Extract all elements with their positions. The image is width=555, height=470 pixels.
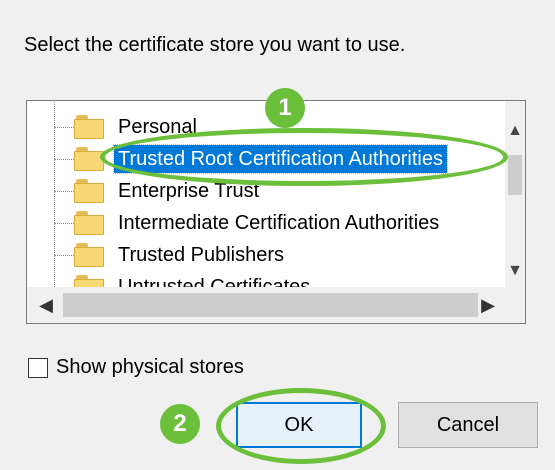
tree-item-label: Trusted Root Certification Authorities	[113, 144, 448, 174]
folder-icon	[74, 211, 104, 235]
step-1-badge: 1	[265, 88, 305, 128]
tree-item-label: Personal	[118, 116, 197, 138]
tree-item-label: Trusted Publishers	[118, 244, 284, 266]
horizontal-scrollbar[interactable]: ◀ ▶	[27, 287, 525, 323]
dialog-prompt: Select the certificate store you want to…	[24, 34, 406, 56]
tree-item-trusted-root[interactable]: Trusted Root Certification Authorities	[54, 143, 506, 175]
tree-item-enterprise-trust[interactable]: Enterprise Trust	[54, 175, 506, 207]
show-physical-stores-checkbox[interactable]	[28, 357, 48, 378]
step-2-badge: 2	[160, 404, 200, 444]
folder-icon	[74, 115, 104, 139]
tree-item-label: Intermediate Certification Authorities	[118, 212, 440, 234]
tree-item-label: Enterprise Trust	[118, 180, 260, 202]
certificate-store-tree[interactable]: Personal Trusted Root Certification Auth…	[26, 100, 526, 324]
folder-icon	[74, 179, 104, 203]
folder-icon	[74, 243, 104, 267]
vertical-scroll-thumb[interactable]	[508, 155, 522, 195]
horizontal-scroll-thumb[interactable]	[63, 293, 478, 317]
tree-item-intermediate[interactable]: Intermediate Certification Authorities	[54, 207, 506, 239]
scroll-right-icon[interactable]: ▶	[471, 287, 505, 323]
tree-item-trusted-publishers[interactable]: Trusted Publishers	[54, 239, 506, 271]
show-physical-stores-label: Show physical stores	[56, 356, 244, 378]
cancel-button[interactable]: Cancel	[398, 402, 538, 448]
vertical-scrollbar[interactable]: ▲ ▼	[505, 101, 525, 287]
scroll-left-icon[interactable]: ◀	[29, 287, 63, 323]
ok-button[interactable]: OK	[236, 402, 362, 448]
show-physical-stores-option[interactable]: Show physical stores	[28, 356, 244, 379]
folder-icon	[74, 147, 104, 171]
scroll-down-icon[interactable]: ▼	[505, 261, 525, 281]
scroll-up-icon[interactable]: ▲	[505, 121, 525, 141]
